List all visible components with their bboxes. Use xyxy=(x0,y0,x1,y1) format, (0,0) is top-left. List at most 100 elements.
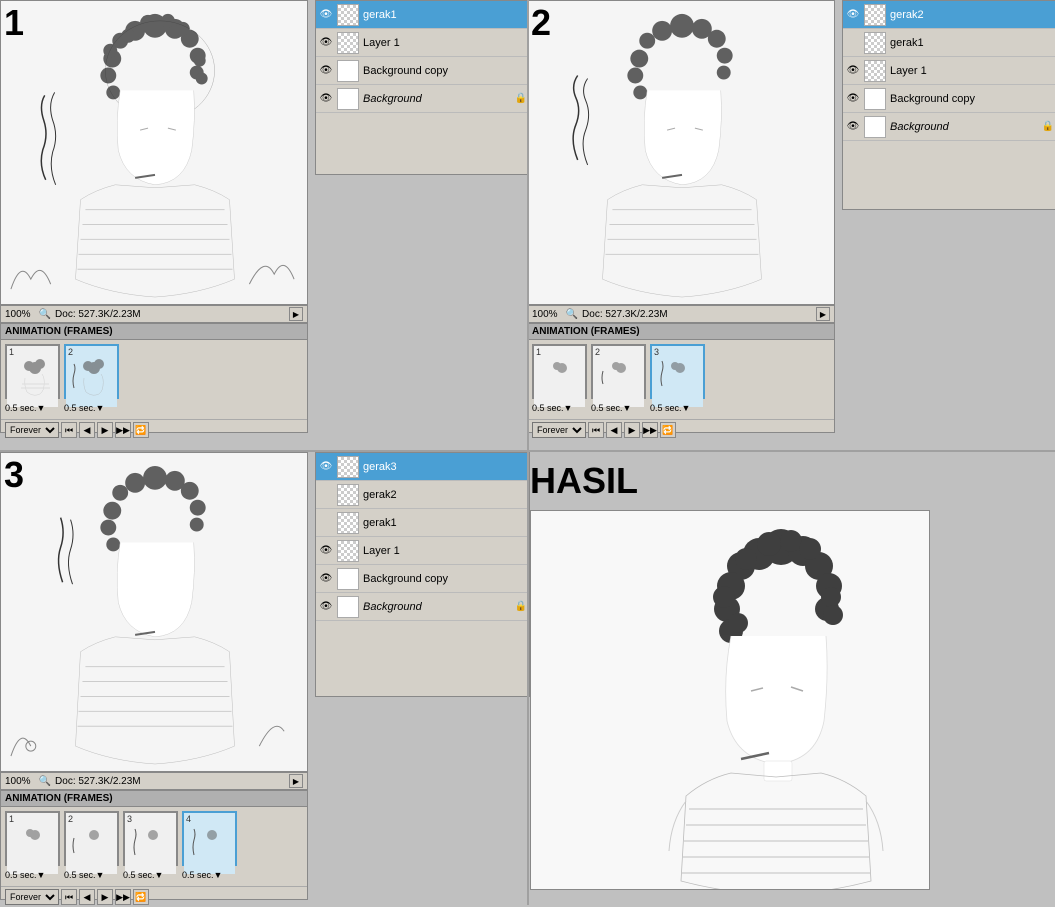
play-btn-1[interactable]: ▶ xyxy=(97,422,113,438)
anim-frames-3: 1 0.5 sec.▼ 2 0.5 sec.▼ xyxy=(1,807,307,886)
section-2: 2 xyxy=(527,0,1055,450)
layer-row-layer1-3[interactable]: 👁 Layer 1 xyxy=(316,537,529,565)
layer-row-gerak1-2[interactable]: gerak1 xyxy=(843,29,1055,57)
eye-icon-3-5[interactable]: 👁 xyxy=(318,571,334,587)
layer-thumb-1-1 xyxy=(337,4,359,26)
prev-btn-1[interactable]: ◀ xyxy=(79,422,95,438)
eye-icon-3-3[interactable] xyxy=(318,515,334,531)
eye-icon-3-2[interactable] xyxy=(318,487,334,503)
eye-icon-3-1[interactable]: 👁 xyxy=(318,459,334,475)
eye-icon-2-1[interactable]: 👁 xyxy=(845,7,861,23)
eye-icon-1-4[interactable]: 👁 xyxy=(318,91,334,107)
frame-2-1[interactable]: 1 xyxy=(532,344,587,399)
loop-btn-1[interactable]: 🔁 xyxy=(133,422,149,438)
eye-icon-1-1[interactable]: 👁 xyxy=(318,7,334,23)
section-3: 3 xyxy=(0,452,530,905)
layer-row-bgcopy-2[interactable]: 👁 Background copy xyxy=(843,85,1055,113)
next-btn-3[interactable]: ▶▶ xyxy=(115,889,131,905)
rewind-btn-3[interactable]: ⏮ xyxy=(61,889,77,905)
zoom-icon-2: 🔍 xyxy=(566,309,578,320)
layer-row-layer1-2[interactable]: 👁 Layer 1 xyxy=(843,57,1055,85)
layer-thumb-2-1 xyxy=(864,4,886,26)
layer-row-gerak1-3[interactable]: gerak1 xyxy=(316,509,529,537)
play-btn-3[interactable]: ▶ xyxy=(97,889,113,905)
layer-thumb-1-2 xyxy=(337,32,359,54)
layer-row-bg-2[interactable]: 👁 Background 🔒 xyxy=(843,113,1055,141)
layer-row-bgcopy-3[interactable]: 👁 Background copy xyxy=(316,565,529,593)
eye-icon-2-4[interactable]: 👁 xyxy=(845,91,861,107)
frame-svg-2-2 xyxy=(593,356,644,407)
eye-icon-1-3[interactable]: 👁 xyxy=(318,63,334,79)
zoom-level-1: 100% xyxy=(5,309,31,320)
layer-name-bg-3: Background xyxy=(363,601,513,613)
frame-time-1-2: 0.5 sec.▼ xyxy=(64,403,104,413)
lock-icon-2: 🔒 xyxy=(1042,121,1054,132)
loop-select-3[interactable]: Forever xyxy=(5,889,59,905)
status-arrow-2[interactable]: ▶ xyxy=(816,307,830,321)
anim-frames-1: 1 0.5 sec.▼ xyxy=(1,340,307,419)
frame-1-1[interactable]: 1 xyxy=(5,344,60,399)
step-number-3: 3 xyxy=(4,454,24,496)
status-arrow-3[interactable]: ▶ xyxy=(289,774,303,788)
layer-thumb-3-3 xyxy=(337,512,359,534)
loop-select-2[interactable]: Forever xyxy=(532,422,586,438)
eye-icon-3-6[interactable]: 👁 xyxy=(318,599,334,615)
doc-info-2: Doc: 527.3K/2.23M xyxy=(582,309,816,320)
status-arrow-1[interactable]: ▶ xyxy=(289,307,303,321)
anim-title-3: ANIMATION (FRAMES) xyxy=(1,791,307,807)
anim-title-1: ANIMATION (FRAMES) xyxy=(1,324,307,340)
layer-thumb-2-5 xyxy=(864,116,886,138)
anim-panel-3: ANIMATION (FRAMES) 1 0.5 sec.▼ 2 xyxy=(0,790,308,900)
layer-row-bg-1[interactable]: 👁 Background 🔒 xyxy=(316,85,529,113)
frame-3-1[interactable]: 1 xyxy=(5,811,60,866)
frame-3-2[interactable]: 2 xyxy=(64,811,119,866)
layer-row-bgcopy-1[interactable]: 👁 Background copy xyxy=(316,57,529,85)
layer-thumb-3-4 xyxy=(337,540,359,562)
layer-thumb-2-2 xyxy=(864,32,886,54)
prev-btn-3[interactable]: ◀ xyxy=(79,889,95,905)
eye-icon-2-2[interactable] xyxy=(845,35,861,51)
loop-select-1[interactable]: Forever xyxy=(5,422,59,438)
frame-num-1-1: 1 xyxy=(9,347,14,357)
rewind-btn-2[interactable]: ⏮ xyxy=(588,422,604,438)
layer-row-gerak3-3[interactable]: 👁 gerak3 xyxy=(316,453,529,481)
figure-sketch-3 xyxy=(1,453,307,771)
eye-icon-2-3[interactable]: 👁 xyxy=(845,63,861,79)
frame-3-3[interactable]: 3 xyxy=(123,811,178,866)
frame-wrapper-3-2: 2 0.5 sec.▼ xyxy=(64,811,119,866)
layer-row-bg-3[interactable]: 👁 Background 🔒 xyxy=(316,593,529,621)
frame-svg-3-4 xyxy=(184,823,235,874)
frame-time-3-3: 0.5 sec.▼ xyxy=(123,870,163,880)
frame-3-4[interactable]: 4 xyxy=(182,811,237,866)
next-btn-1[interactable]: ▶▶ xyxy=(115,422,131,438)
layer-name-2-1: gerak2 xyxy=(890,9,1054,21)
layer-thumb-2-4 xyxy=(864,88,886,110)
layer-row-layer1-1[interactable]: 👁 Layer 1 xyxy=(316,29,529,57)
layer-row-gerak2-3[interactable]: gerak2 xyxy=(316,481,529,509)
frame-svg-3-3 xyxy=(125,823,176,874)
prev-btn-2[interactable]: ◀ xyxy=(606,422,622,438)
status-bar-2: 100% 🔍 Doc: 527.3K/2.23M ▶ xyxy=(527,305,835,323)
layer-name-1-3: Background copy xyxy=(363,65,527,77)
frame-2-2[interactable]: 2 xyxy=(591,344,646,399)
layer-thumb-1-3 xyxy=(337,60,359,82)
layer-name-3-3: gerak1 xyxy=(363,517,527,529)
frame-2-3[interactable]: 3 xyxy=(650,344,705,399)
canvas-1 xyxy=(0,0,308,305)
lock-icon-3: 🔒 xyxy=(515,601,527,612)
loop-btn-2[interactable]: 🔁 xyxy=(660,422,676,438)
next-btn-2[interactable]: ▶▶ xyxy=(642,422,658,438)
eye-icon-1-2[interactable]: 👁 xyxy=(318,35,334,51)
eye-icon-2-5[interactable]: 👁 xyxy=(845,119,861,135)
eye-icon-3-4[interactable]: 👁 xyxy=(318,543,334,559)
frame-wrapper-1-1: 1 0.5 sec.▼ xyxy=(5,344,60,399)
frame-1-2[interactable]: 2 xyxy=(64,344,119,399)
layer-row-gerak2-2[interactable]: 👁 gerak2 xyxy=(843,1,1055,29)
layer-row-gerak1-1[interactable]: 👁 gerak1 xyxy=(316,1,529,29)
frame-time-2-3: 0.5 sec.▼ xyxy=(650,403,690,413)
play-btn-2[interactable]: ▶ xyxy=(624,422,640,438)
rewind-btn-1[interactable]: ⏮ xyxy=(61,422,77,438)
doc-info-1: Doc: 527.3K/2.23M xyxy=(55,309,289,320)
layer-thumb-1-4 xyxy=(337,88,359,110)
loop-btn-3[interactable]: 🔁 xyxy=(133,889,149,905)
